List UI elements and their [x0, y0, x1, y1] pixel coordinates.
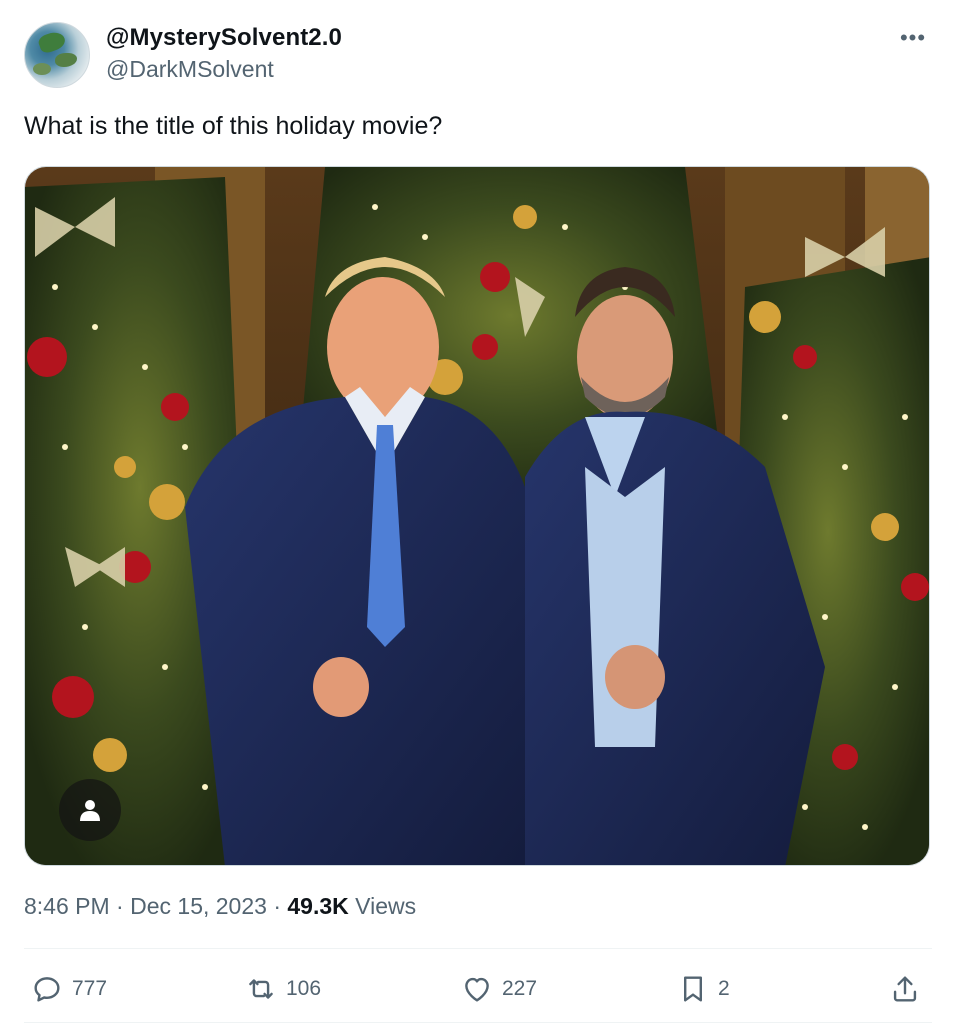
bookmark-button[interactable]: 2 [676, 962, 730, 1016]
repost-icon [249, 979, 273, 999]
repost-button[interactable]: 106 [244, 962, 321, 1016]
divider [24, 948, 932, 949]
tweet-date[interactable]: Dec 15, 2023 [130, 893, 267, 919]
tweet-text: What is the title of this holiday movie? [24, 112, 443, 140]
reply-icon [34, 977, 60, 1002]
bookmark-count: 2 [718, 977, 730, 1000]
like-button[interactable]: 227 [460, 962, 537, 1016]
action-bar: 777 106 227 2 [0, 962, 956, 1016]
heart-icon [465, 977, 489, 1002]
author-display-name[interactable]: @MysterySolvent2.0 [106, 24, 342, 52]
person-tag-icon[interactable] [59, 779, 121, 841]
meta-separator: · [266, 893, 288, 919]
author-handle[interactable]: @DarkMSolvent [106, 56, 274, 83]
views-label: Views [348, 893, 417, 919]
share-icon [893, 976, 917, 1002]
reply-count: 777 [72, 977, 108, 1000]
views-count: 49.3K [287, 893, 349, 919]
share-button[interactable] [888, 962, 922, 1016]
repost-count: 106 [286, 977, 322, 1000]
bookmark-icon [684, 976, 702, 1002]
reply-button[interactable]: 777 [30, 962, 107, 1016]
tweet-time[interactable]: 8:46 PM [24, 893, 110, 919]
tweet-meta: 8:46 PM · Dec 15, 2023 · 49.3K Views [24, 893, 416, 920]
tweet-photo[interactable] [24, 166, 930, 866]
meta-separator: · [109, 893, 131, 919]
author-avatar[interactable] [24, 22, 90, 88]
tweet-card: @MysterySolvent2.0 @DarkMSolvent ••• Wha… [0, 0, 956, 1026]
photo-illustration [25, 167, 929, 865]
more-options-icon[interactable]: ••• [898, 25, 928, 50]
divider [24, 1022, 932, 1023]
like-count: 227 [502, 977, 538, 1000]
